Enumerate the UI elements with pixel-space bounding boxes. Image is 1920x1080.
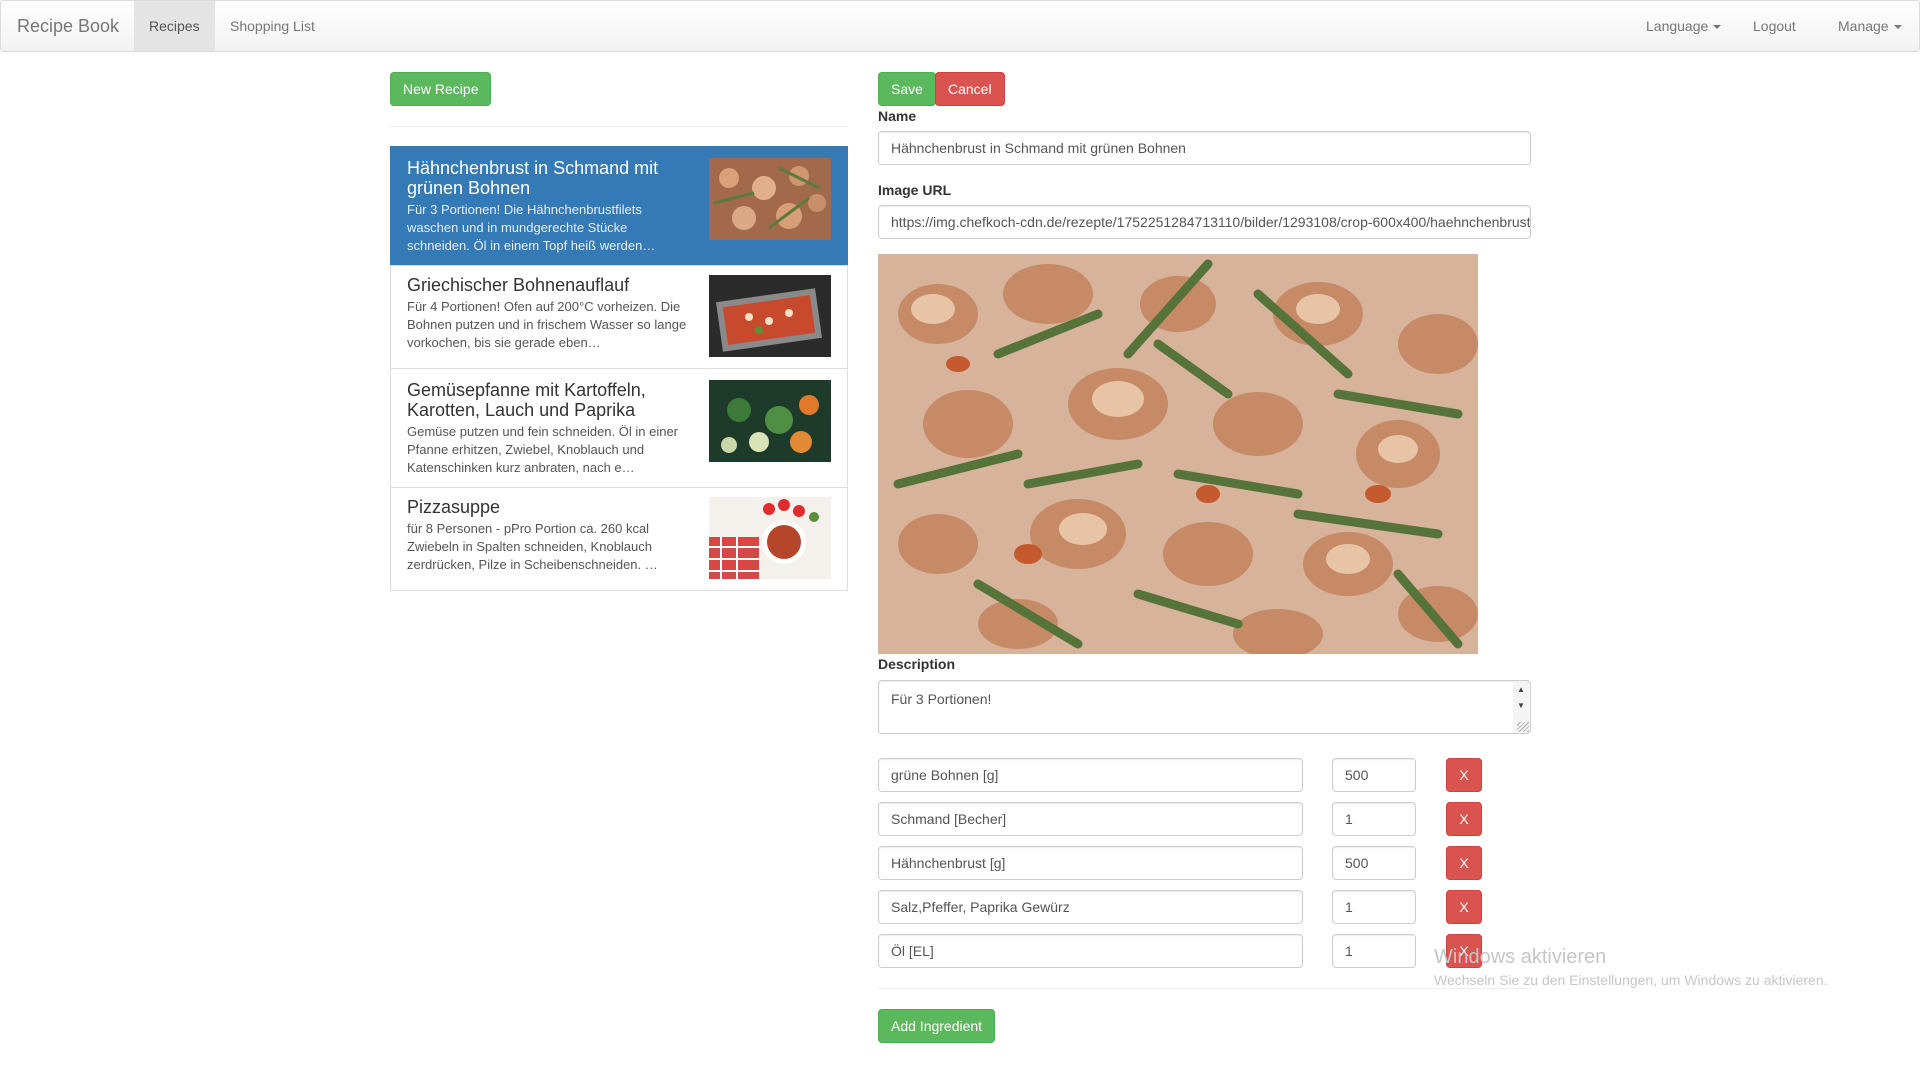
remove-ingredient-button[interactable]: X <box>1446 802 1482 836</box>
recipe-thumbnail <box>709 497 831 579</box>
ingredient-name-input[interactable]: Öl [EL] <box>878 934 1303 968</box>
manage-dropdown[interactable]: Manage <box>1823 1 1917 51</box>
ingredient-name-input[interactable]: grüne Bohnen [g] <box>878 758 1303 792</box>
navbar: Recipe Book Recipes Shopping List Langua… <box>0 0 1920 52</box>
caret-down-icon <box>1893 25 1902 30</box>
ingredient-amount-input[interactable]: 1 <box>1332 890 1416 924</box>
remove-ingredient-button[interactable]: X <box>1446 846 1482 880</box>
recipe-item[interactable]: Hähnchenbrust in Schmand mit grünen Bohn… <box>390 146 848 266</box>
recipe-thumbnail <box>709 275 831 357</box>
image-url-input[interactable]: https://img.chefkoch-cdn.de/rezepte/1752… <box>878 205 1531 239</box>
recipe-thumbnail <box>709 380 831 462</box>
description-label: Description <box>878 656 956 672</box>
recipe-list: Hähnchenbrust in Schmand mit grünen Bohn… <box>390 146 848 591</box>
caret-down-icon <box>1713 25 1722 30</box>
save-button[interactable]: Save <box>878 72 936 106</box>
recipe-description: für 8 Personen - pPro Portion ca. 260 kc… <box>407 521 658 572</box>
recipe-description: Für 3 Portionen! Die Hähnchenbrustfilets… <box>407 202 656 253</box>
nav-recipes[interactable]: Recipes <box>134 1 215 51</box>
ingredient-amount-input[interactable]: 1 <box>1332 934 1416 968</box>
recipe-item[interactable]: Pizzasuppe für 8 Personen - pPro Portion… <box>390 487 848 591</box>
activation-watermark-subtitle: Wechseln Sie zu den Einstellungen, um Wi… <box>1434 972 1828 988</box>
brand-link[interactable]: Recipe Book <box>17 1 119 51</box>
description-textarea[interactable]: Für 3 Portionen! ▲ ▼ <box>878 680 1531 734</box>
recipe-description: Gemüse putzen und fein schneiden. Öl in … <box>407 424 679 475</box>
ingredient-name-input[interactable]: Salz,Pfeffer, Paprika Gewürz <box>878 890 1303 924</box>
resize-handle-icon[interactable] <box>1517 722 1529 732</box>
manage-label: Manage <box>1838 18 1889 34</box>
ingredient-amount-input[interactable]: 500 <box>1332 846 1416 880</box>
name-label: Name <box>878 108 917 124</box>
recipe-item[interactable]: Griechischer Bohnenauflauf Für 4 Portion… <box>390 265 848 369</box>
remove-ingredient-button[interactable]: X <box>1446 890 1482 924</box>
language-dropdown[interactable]: Language <box>1631 1 1736 51</box>
ingredient-name-input[interactable]: Hähnchenbrust [g] <box>878 846 1303 880</box>
recipe-title: Hähnchenbrust in Schmand mit grünen Bohn… <box>407 158 659 198</box>
name-input[interactable]: Hähnchenbrust in Schmand mit grünen Bohn… <box>878 131 1531 165</box>
remove-ingredient-button[interactable]: X <box>1446 758 1482 792</box>
image-url-label: Image URL <box>878 182 952 198</box>
language-label: Language <box>1646 18 1709 34</box>
ingredient-name-input[interactable]: Schmand [Becher] <box>878 802 1303 836</box>
ingredient-amount-input[interactable]: 500 <box>1332 758 1416 792</box>
new-recipe-button[interactable]: New Recipe <box>390 72 492 106</box>
cancel-button[interactable]: Cancel <box>935 72 1005 106</box>
add-ingredient-button[interactable]: Add Ingredient <box>878 1009 996 1043</box>
list-divider <box>390 126 848 127</box>
nav-shopping-list[interactable]: Shopping List <box>215 1 330 51</box>
nav-logout[interactable]: Logout <box>1738 1 1811 51</box>
ingredient-amount-input[interactable]: 1 <box>1332 802 1416 836</box>
activation-watermark-title: Windows aktivieren <box>1434 946 1607 968</box>
recipe-title: Pizzasuppe <box>407 497 501 517</box>
recipe-title: Gemüsepfanne mit Kartoffeln, Karotten, L… <box>407 380 646 420</box>
recipe-description: Für 4 Portionen! Ofen auf 200°C vorheize… <box>407 299 687 350</box>
scroll-up-icon[interactable]: ▲ <box>1513 682 1529 698</box>
description-text: Für 3 Portionen! <box>891 691 992 707</box>
scroll-down-icon[interactable]: ▼ <box>1513 698 1529 714</box>
recipe-item[interactable]: Gemüsepfanne mit Kartoffeln, Karotten, L… <box>390 368 848 488</box>
ingredients-divider <box>878 988 1531 989</box>
recipe-image <box>878 254 1478 654</box>
recipe-title: Griechischer Bohnenauflauf <box>407 275 630 295</box>
recipe-thumbnail <box>709 158 831 240</box>
